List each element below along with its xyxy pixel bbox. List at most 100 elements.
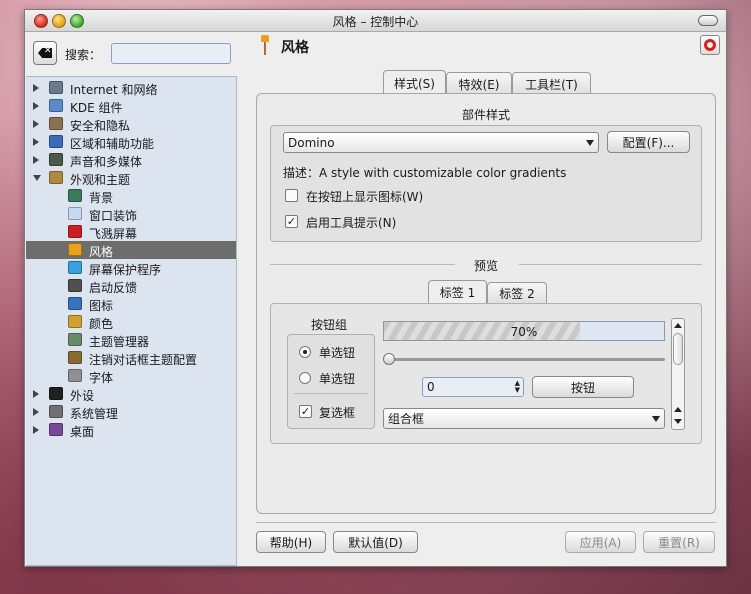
configure-button[interactable]: 配置(F)... xyxy=(607,131,690,153)
sidebar-item-theme-manager[interactable]: 主题管理器 xyxy=(26,331,236,349)
sidebar-item-label: 颜色 xyxy=(89,317,114,331)
tab-effects[interactable]: 特效(E) xyxy=(446,72,512,95)
sidebar-item-screensaver[interactable]: 屏幕保护程序 xyxy=(26,259,236,277)
chevron-right-icon[interactable] xyxy=(33,84,39,92)
slider-handle[interactable] xyxy=(383,353,395,365)
peripherals-icon xyxy=(49,387,63,400)
sidebar-item-launch-feedback[interactable]: 启动反馈 xyxy=(26,277,236,295)
sound-icon xyxy=(49,153,63,166)
system-admin-icon xyxy=(49,405,63,418)
spin-box[interactable]: 0 ▲ ▼ xyxy=(422,377,524,397)
scroll-thumb[interactable] xyxy=(673,333,683,365)
preview-tab-2[interactable]: 标签 2 xyxy=(487,282,547,304)
chevron-right-icon[interactable] xyxy=(33,138,39,146)
sidebar-item-label: 背景 xyxy=(89,191,114,205)
sidebar-item-window-decoration[interactable]: 窗口装饰 xyxy=(26,205,236,223)
sidebar-item-security[interactable]: 安全和隐私 xyxy=(26,115,236,133)
button-group-box: 单选钮 单选钮 ✓ 复选框 xyxy=(287,334,375,429)
control-center-window: 风格 – 控制中心 ✕ 搜索： Internet 和网络 KDE 组件 安全和隐私区… xyxy=(24,9,727,567)
sidebar-item-label: 主题管理器 xyxy=(89,335,150,349)
spin-arrows-icon[interactable]: ▲ ▼ xyxy=(515,380,520,394)
group-divider xyxy=(294,393,368,394)
chevron-down-icon xyxy=(652,416,660,422)
sidebar-item-label: 注销对话框主题配置 xyxy=(89,353,198,367)
logout-theme-icon xyxy=(68,351,82,364)
sidebar-item-appearance[interactable]: 外观和主题 xyxy=(26,169,236,187)
tab-toolbar[interactable]: 工具栏(T) xyxy=(512,72,591,95)
appearance-icon xyxy=(49,171,63,184)
window-title: 风格 – 控制中心 xyxy=(332,15,419,29)
progress-text: 70% xyxy=(510,325,538,339)
sidebar-item-style[interactable]: 风格 xyxy=(26,241,236,259)
sidebar-item-label: 区域和辅助功能 xyxy=(70,137,155,151)
scroll-up-icon[interactable] xyxy=(674,407,682,412)
sidebar-item-label: 屏幕保护程序 xyxy=(89,263,162,277)
radio-button-2[interactable] xyxy=(299,372,311,384)
chevron-right-icon[interactable] xyxy=(33,156,39,164)
lifebuoy-icon xyxy=(704,39,716,51)
widget-style-title: 部件样式 xyxy=(461,108,510,122)
footer-divider xyxy=(256,522,716,523)
sidebar-item-icons[interactable]: 图标 xyxy=(26,295,236,313)
apply-button[interactable]: 应用(A) xyxy=(565,531,636,553)
clear-search-button[interactable]: ✕ xyxy=(33,41,57,65)
chevron-right-icon[interactable] xyxy=(33,120,39,128)
search-label: 搜索： xyxy=(65,48,102,62)
desktop-icon xyxy=(49,423,63,436)
tab-effects-label: 特效(E) xyxy=(458,77,500,92)
splash-screen-icon xyxy=(68,225,82,238)
sidebar-item-sound[interactable]: 声音和多媒体 xyxy=(26,151,236,169)
reset-label: 重置(R) xyxy=(658,535,700,550)
sidebar-item-peripherals[interactable]: 外设 xyxy=(26,385,236,403)
sidebar-item-desktop[interactable]: 桌面 xyxy=(26,421,236,439)
title-bar[interactable]: 风格 – 控制中心 xyxy=(25,10,726,32)
sidebar-item-label: KDE 组件 xyxy=(70,101,123,115)
preview-combo[interactable]: 组合框 xyxy=(383,408,665,429)
help-button[interactable]: 帮助(H) xyxy=(256,531,326,553)
sidebar-item-label: Internet 和网络 xyxy=(70,83,158,97)
tooltips-checkbox[interactable]: ✓ xyxy=(285,215,298,228)
sidebar-item-background[interactable]: 背景 xyxy=(26,187,236,205)
chevron-right-icon[interactable] xyxy=(33,102,39,110)
style-icon xyxy=(261,35,269,55)
apply-label: 应用(A) xyxy=(579,535,622,550)
colors-icon xyxy=(68,315,82,328)
show-icons-checkbox[interactable] xyxy=(285,189,298,202)
toolbar-toggle-button[interactable] xyxy=(698,15,718,26)
help-button-corner[interactable] xyxy=(700,35,720,55)
search-input[interactable] xyxy=(111,43,231,64)
preview-scrollbar[interactable] xyxy=(671,318,685,430)
sidebar-item-colors[interactable]: 颜色 xyxy=(26,313,236,331)
sidebar-item-system-admin[interactable]: 系统管理 xyxy=(26,403,236,421)
sidebar-item-label: 图标 xyxy=(89,299,114,313)
chevron-right-icon[interactable] xyxy=(33,390,39,398)
spin-value: 0 xyxy=(427,380,435,394)
preview-button[interactable]: 按钮 xyxy=(532,376,634,398)
sidebar-item-kde-components[interactable]: KDE 组件 xyxy=(26,97,236,115)
fonts-icon xyxy=(68,369,82,382)
sidebar-item-label: 飞溅屏幕 xyxy=(89,227,138,241)
defaults-button[interactable]: 默认值(D) xyxy=(333,531,418,553)
sidebar-item-regional[interactable]: 区域和辅助功能 xyxy=(26,133,236,151)
scroll-down-icon[interactable] xyxy=(674,419,682,424)
sidebar-item-logout-theme[interactable]: 注销对话框主题配置 xyxy=(26,349,236,367)
chevron-down-icon[interactable] xyxy=(33,175,41,181)
preview-checkbox[interactable]: ✓ xyxy=(299,405,312,418)
configure-label: 配置(F)... xyxy=(622,135,675,150)
widget-style-combo[interactable]: Domino xyxy=(283,132,599,153)
icons-icon xyxy=(68,297,82,310)
sidebar-item-fonts[interactable]: 字体 xyxy=(26,367,236,385)
tab-style[interactable]: 样式(S) xyxy=(383,70,446,95)
chevron-right-icon[interactable] xyxy=(33,426,39,434)
screensaver-icon xyxy=(68,261,82,274)
preview-tab-1[interactable]: 标签 1 xyxy=(428,280,487,304)
sidebar-item-network[interactable]: Internet 和网络 xyxy=(26,79,236,97)
reset-button[interactable]: 重置(R) xyxy=(643,531,715,553)
launch-feedback-icon xyxy=(68,279,82,292)
sidebar-item-splash-screen[interactable]: 飞溅屏幕 xyxy=(26,223,236,241)
radio-button-1[interactable] xyxy=(299,346,311,358)
scroll-up-icon[interactable] xyxy=(674,323,682,328)
style-icon xyxy=(68,243,82,256)
slider-track[interactable] xyxy=(385,358,665,361)
chevron-right-icon[interactable] xyxy=(33,408,39,416)
